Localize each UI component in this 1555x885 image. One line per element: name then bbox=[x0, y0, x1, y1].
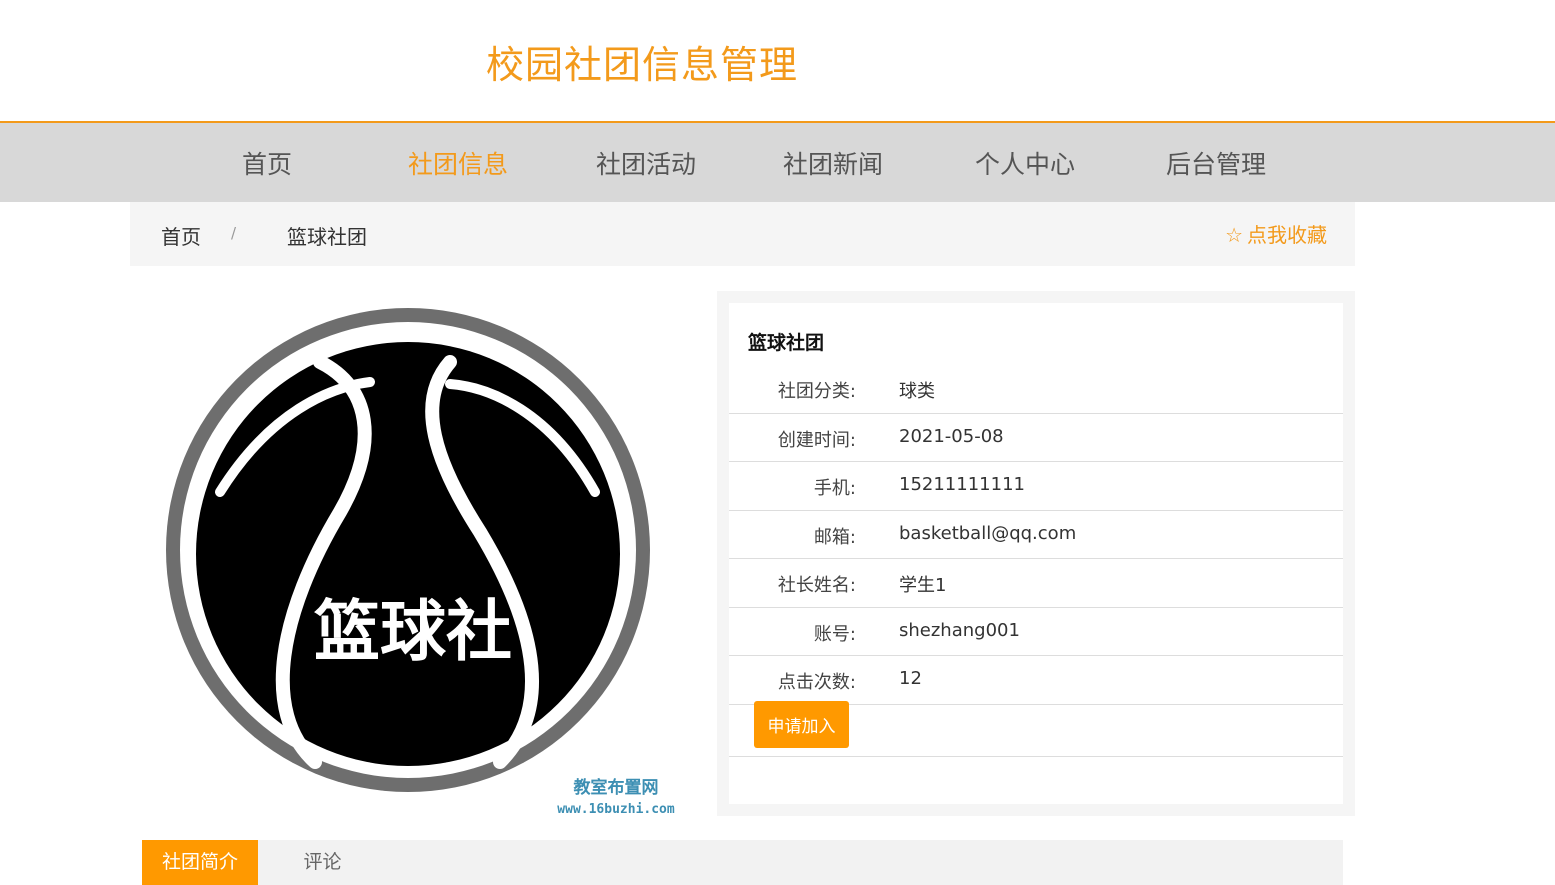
info-value: shezhang001 bbox=[899, 619, 1020, 641]
site-header: 校园社团信息管理 bbox=[0, 0, 1555, 121]
nav-item-club-news[interactable]: 社团新闻 bbox=[783, 145, 883, 181]
club-info-card: 篮球社团 社团分类: 球类 创建时间: 2021-05-08 手机: 15211… bbox=[729, 303, 1343, 804]
favorite-label: 点我收藏 bbox=[1247, 223, 1327, 247]
info-label: 社长姓名: bbox=[777, 575, 856, 596]
info-row-category: 社团分类: 球类 bbox=[729, 365, 1343, 414]
tab-club-intro[interactable]: 社团简介 bbox=[142, 840, 258, 885]
info-row-account: 账号: shezhang001 bbox=[729, 608, 1343, 656]
nav-item-club-activities[interactable]: 社团活动 bbox=[596, 145, 696, 181]
nav-item-personal-center[interactable]: 个人中心 bbox=[975, 145, 1075, 181]
info-value: 15211111111 bbox=[899, 474, 1025, 495]
nav-item-home[interactable]: 首页 bbox=[242, 145, 292, 181]
apply-join-button[interactable]: 申请加入 bbox=[754, 701, 849, 748]
watermark-line1: 教室布置网 bbox=[573, 777, 659, 798]
club-name: 篮球社团 bbox=[748, 332, 825, 354]
info-row-email: 邮箱: basketball@qq.com bbox=[729, 511, 1343, 559]
club-logo-image: 篮球社 教室布置网 www.16buzhi.com bbox=[150, 292, 695, 817]
info-row-created: 创建时间: 2021-05-08 bbox=[729, 414, 1343, 462]
club-info-panel: 篮球社团 社团分类: 球类 创建时间: 2021-05-08 手机: 15211… bbox=[717, 291, 1355, 816]
info-label: 邮箱: bbox=[813, 526, 856, 548]
breadcrumb-home-link[interactable]: 首页 bbox=[161, 221, 201, 250]
basketball-logo-svg: 篮球社 教室布置网 www.16buzhi.com bbox=[166, 308, 675, 817]
favorite-button[interactable]: ☆ 点我收藏 bbox=[1225, 219, 1327, 248]
watermark-line2: www.16buzhi.com bbox=[557, 802, 675, 817]
nav-item-club-info[interactable]: 社团信息 bbox=[408, 145, 508, 181]
info-value: 球类 bbox=[899, 381, 935, 402]
breadcrumb: 首页 / 篮球社团 ☆ 点我收藏 bbox=[130, 202, 1355, 266]
site-title: 校园社团信息管理 bbox=[486, 43, 799, 87]
logo-text: 篮球社 bbox=[314, 592, 512, 670]
info-value: 学生1 bbox=[899, 575, 947, 596]
star-outline-icon: ☆ bbox=[1225, 223, 1243, 247]
apply-row: 申请加入 bbox=[729, 692, 1343, 757]
nav-item-admin[interactable]: 后台管理 bbox=[1166, 145, 1266, 181]
info-row-president: 社长姓名: 学生1 bbox=[729, 559, 1343, 608]
detail-tabs: 社团简介 评论 bbox=[142, 840, 1343, 885]
info-label: 手机: bbox=[813, 478, 856, 499]
info-label: 账号: bbox=[813, 623, 856, 645]
info-label: 点击次数: bbox=[777, 672, 856, 693]
info-label: 社团分类: bbox=[777, 381, 856, 402]
tab-comments[interactable]: 评论 bbox=[285, 840, 360, 885]
info-label: 创建时间: bbox=[777, 429, 856, 451]
info-value: basketball@qq.com bbox=[899, 522, 1077, 544]
info-row-phone: 手机: 15211111111 bbox=[729, 462, 1343, 511]
breadcrumb-separator: / bbox=[231, 224, 237, 242]
info-value: 2021-05-08 bbox=[899, 425, 1004, 447]
info-value: 12 bbox=[899, 668, 922, 689]
main-nav: 首页 社团信息 社团活动 社团新闻 个人中心 后台管理 bbox=[0, 121, 1555, 202]
breadcrumb-current: 篮球社团 bbox=[287, 225, 367, 249]
